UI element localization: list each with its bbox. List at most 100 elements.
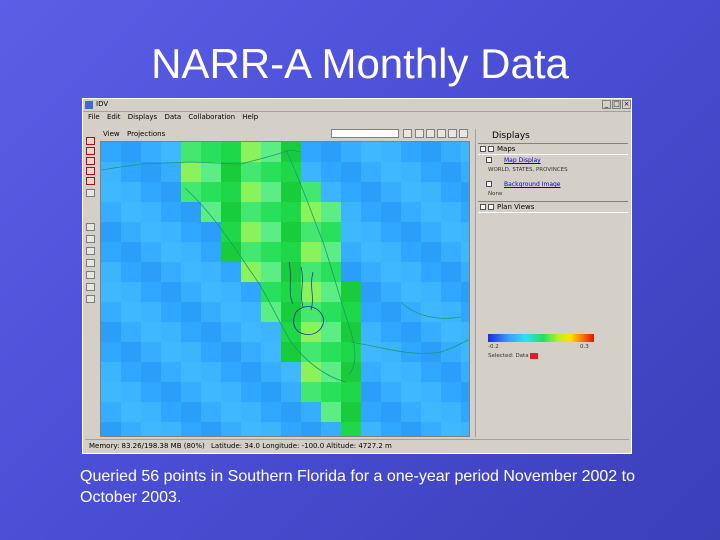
menu-help[interactable]: Help bbox=[242, 113, 258, 121]
maps-section-header[interactable]: Maps bbox=[478, 143, 628, 155]
grid-cell bbox=[421, 382, 441, 402]
grid-cell bbox=[341, 282, 361, 302]
projection-select[interactable] bbox=[331, 129, 399, 138]
home-icon[interactable] bbox=[86, 259, 95, 267]
app-window: IDV _ □ × File Edit Displays Data Collab… bbox=[82, 98, 632, 454]
pencil-icon[interactable] bbox=[86, 137, 95, 145]
grid-cell bbox=[161, 422, 181, 436]
forward-icon[interactable] bbox=[426, 129, 435, 138]
plan-views-section-header[interactable]: Plan Views bbox=[478, 201, 628, 213]
maps-checkbox[interactable] bbox=[488, 146, 494, 152]
grid-cell bbox=[321, 262, 341, 282]
grid-cell bbox=[241, 342, 261, 362]
plan-views-checkbox[interactable] bbox=[488, 204, 494, 210]
map-display-link[interactable]: Map Display bbox=[504, 157, 541, 164]
menu-data[interactable]: Data bbox=[164, 113, 181, 121]
polygon-icon[interactable] bbox=[86, 157, 95, 165]
menu-collaboration[interactable]: Collaboration bbox=[188, 113, 235, 121]
text-icon[interactable] bbox=[86, 177, 95, 185]
grid-cell bbox=[461, 422, 469, 436]
fullscreen-icon[interactable] bbox=[459, 129, 468, 138]
collapse-toggle[interactable] bbox=[480, 146, 486, 152]
grid-cell bbox=[321, 382, 341, 402]
legend-label: Selected: Data bbox=[488, 353, 529, 359]
line-icon[interactable] bbox=[86, 167, 95, 175]
refresh-icon[interactable] bbox=[437, 129, 446, 138]
grid-cell bbox=[461, 222, 469, 242]
grid-cell bbox=[361, 242, 381, 262]
grid-cell bbox=[341, 182, 361, 202]
minimize-button[interactable]: _ bbox=[602, 100, 611, 109]
map-view[interactable] bbox=[100, 141, 470, 437]
back-icon[interactable] bbox=[415, 129, 424, 138]
grid-cell bbox=[121, 322, 141, 342]
grid-cell bbox=[201, 422, 221, 436]
background-image-link[interactable]: Background Image bbox=[504, 181, 561, 188]
grid-cell bbox=[381, 222, 401, 242]
grid-cell bbox=[281, 322, 301, 342]
grid-cell bbox=[341, 142, 361, 162]
pan-icon[interactable] bbox=[86, 247, 95, 255]
grid-cell bbox=[181, 142, 201, 162]
grid-cell bbox=[101, 162, 121, 182]
grid-cell bbox=[461, 202, 469, 222]
grid-cell bbox=[301, 322, 321, 342]
grid-cell bbox=[341, 302, 361, 322]
grid-cell bbox=[421, 362, 441, 382]
color-scale-max: 0.3 bbox=[580, 344, 589, 350]
grid-cell bbox=[181, 402, 201, 422]
grid-cell bbox=[101, 142, 121, 162]
grid-cell bbox=[321, 162, 341, 182]
left-toolbar bbox=[85, 127, 97, 447]
grid-cell bbox=[201, 362, 221, 382]
grid-cell bbox=[461, 142, 469, 162]
map-display-checkbox[interactable] bbox=[486, 157, 492, 163]
grid-cell bbox=[401, 222, 421, 242]
dropdown-arrow-icon[interactable] bbox=[403, 129, 412, 138]
grid-cell bbox=[241, 182, 261, 202]
grid-cell bbox=[401, 422, 421, 436]
background-image-checkbox[interactable] bbox=[486, 181, 492, 187]
grid-cell bbox=[341, 242, 361, 262]
capture-icon[interactable] bbox=[448, 129, 457, 138]
grid-cell bbox=[381, 182, 401, 202]
grid-cell bbox=[321, 202, 341, 222]
menu-file[interactable]: File bbox=[88, 113, 100, 121]
grid-cell bbox=[441, 202, 461, 222]
window-title: IDV bbox=[96, 100, 109, 108]
grid-cell bbox=[421, 142, 441, 162]
zoom-out-icon[interactable] bbox=[86, 235, 95, 243]
grid-cell bbox=[301, 342, 321, 362]
grid-cell bbox=[441, 142, 461, 162]
map-display-sub: WORLD, STATES, PROVINCES bbox=[488, 167, 568, 173]
rotate-icon[interactable] bbox=[86, 283, 95, 291]
menu-displays[interactable]: Displays bbox=[128, 113, 157, 121]
grid-cell bbox=[401, 282, 421, 302]
collapse-toggle[interactable] bbox=[480, 204, 486, 210]
grid-cell bbox=[221, 222, 241, 242]
grid-cell bbox=[201, 162, 221, 182]
menu-edit[interactable]: Edit bbox=[107, 113, 121, 121]
projections-menu[interactable]: Projections bbox=[127, 130, 165, 138]
grid-cell bbox=[401, 402, 421, 422]
arrow-icon[interactable] bbox=[86, 271, 95, 279]
close-button[interactable]: × bbox=[622, 100, 631, 109]
window-titlebar: IDV _ □ × bbox=[83, 99, 631, 112]
settings-icon[interactable] bbox=[86, 295, 95, 303]
grid-cell bbox=[301, 382, 321, 402]
grid-cell bbox=[321, 222, 341, 242]
zoom-in-icon[interactable] bbox=[86, 223, 95, 231]
grid-cell bbox=[421, 222, 441, 242]
view-menu[interactable]: View bbox=[103, 130, 120, 138]
grid-cell bbox=[341, 202, 361, 222]
grid-cell bbox=[141, 402, 161, 422]
grid-cell bbox=[141, 162, 161, 182]
grid-cell bbox=[321, 402, 341, 422]
shape-icon[interactable] bbox=[86, 147, 95, 155]
color-swatch[interactable] bbox=[530, 353, 538, 359]
maximize-button[interactable]: □ bbox=[612, 100, 621, 109]
bracket-icon[interactable] bbox=[86, 189, 95, 197]
grid-cell bbox=[121, 382, 141, 402]
grid-cell bbox=[341, 222, 361, 242]
grid-cell bbox=[101, 382, 121, 402]
